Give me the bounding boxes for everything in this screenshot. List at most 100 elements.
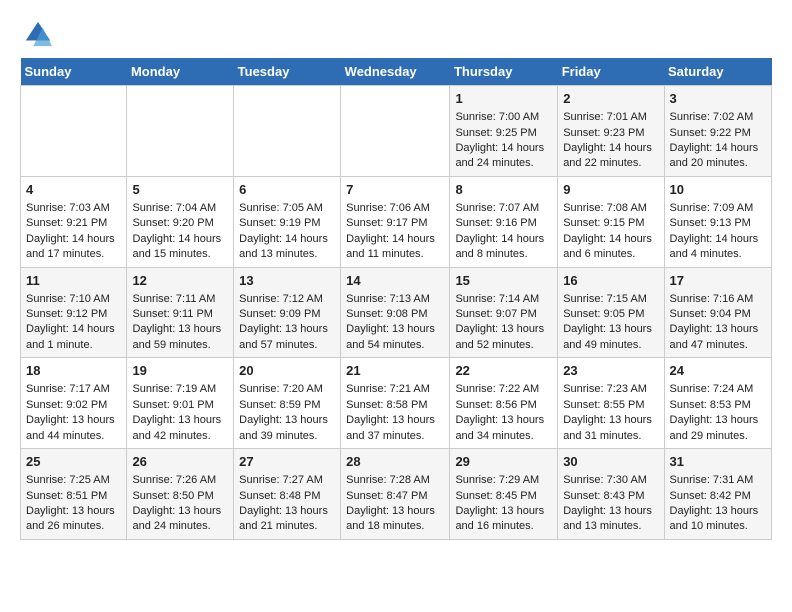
day-number: 20	[239, 362, 335, 380]
day-number: 29	[455, 453, 552, 471]
calendar-cell: 9 Sunrise: 7:08 AM Sunset: 9:15 PM Daylig…	[558, 176, 664, 267]
day-content: Sunrise: 7:30 AM Sunset: 8:43 PM Dayligh…	[563, 473, 658, 535]
weekday-header-row: SundayMondayTuesdayWednesdayThursdayFrid…	[21, 58, 772, 86]
day-content: Sunrise: 7:03 AM Sunset: 9:21 PM Dayligh…	[26, 201, 121, 263]
day-content: Sunrise: 7:08 AM Sunset: 9:15 PM Dayligh…	[563, 201, 658, 263]
calendar-cell	[127, 86, 234, 177]
calendar-cell: 27 Sunrise: 7:27 AM Sunset: 8:48 PM Dayli…	[234, 449, 341, 540]
day-content: Sunrise: 7:01 AM Sunset: 9:23 PM Dayligh…	[563, 110, 658, 172]
calendar-cell: 7 Sunrise: 7:06 AM Sunset: 9:17 PM Daylig…	[341, 176, 450, 267]
day-content: Sunrise: 7:04 AM Sunset: 9:20 PM Dayligh…	[132, 201, 228, 263]
calendar-cell	[234, 86, 341, 177]
day-number: 27	[239, 453, 335, 471]
day-content: Sunrise: 7:23 AM Sunset: 8:55 PM Dayligh…	[563, 382, 658, 444]
day-content: Sunrise: 7:25 AM Sunset: 8:51 PM Dayligh…	[26, 473, 121, 535]
calendar-cell: 18 Sunrise: 7:17 AM Sunset: 9:02 PM Dayli…	[21, 358, 127, 449]
day-number: 22	[455, 362, 552, 380]
weekday-header: Saturday	[664, 58, 771, 86]
page-header	[20, 20, 772, 48]
day-content: Sunrise: 7:21 AM Sunset: 8:58 PM Dayligh…	[346, 382, 444, 444]
day-content: Sunrise: 7:19 AM Sunset: 9:01 PM Dayligh…	[132, 382, 228, 444]
calendar-cell: 4 Sunrise: 7:03 AM Sunset: 9:21 PM Daylig…	[21, 176, 127, 267]
day-number: 19	[132, 362, 228, 380]
day-number: 24	[670, 362, 766, 380]
calendar-cell: 25 Sunrise: 7:25 AM Sunset: 8:51 PM Dayli…	[21, 449, 127, 540]
day-number: 17	[670, 272, 766, 290]
day-content: Sunrise: 7:20 AM Sunset: 8:59 PM Dayligh…	[239, 382, 335, 444]
day-number: 28	[346, 453, 444, 471]
calendar-cell: 19 Sunrise: 7:19 AM Sunset: 9:01 PM Dayli…	[127, 358, 234, 449]
calendar-cell: 24 Sunrise: 7:24 AM Sunset: 8:53 PM Dayli…	[664, 358, 771, 449]
day-content: Sunrise: 7:22 AM Sunset: 8:56 PM Dayligh…	[455, 382, 552, 444]
calendar-cell: 10Sunrise: 7:09 AM Sunset: 9:13 PM Dayli…	[664, 176, 771, 267]
day-number: 13	[239, 272, 335, 290]
day-number: 4	[26, 181, 121, 199]
day-content: Sunrise: 7:29 AM Sunset: 8:45 PM Dayligh…	[455, 473, 552, 535]
day-number: 6	[239, 181, 335, 199]
calendar-cell: 20 Sunrise: 7:20 AM Sunset: 8:59 PM Dayli…	[234, 358, 341, 449]
day-number: 9	[563, 181, 658, 199]
day-number: 8	[455, 181, 552, 199]
day-number: 5	[132, 181, 228, 199]
calendar-cell	[341, 86, 450, 177]
day-number: 12	[132, 272, 228, 290]
day-content: Sunrise: 7:27 AM Sunset: 8:48 PM Dayligh…	[239, 473, 335, 535]
day-content: Sunrise: 7:11 AM Sunset: 9:11 PM Dayligh…	[132, 292, 228, 354]
day-content: Sunrise: 7:28 AM Sunset: 8:47 PM Dayligh…	[346, 473, 444, 535]
calendar-cell: 15 Sunrise: 7:14 AM Sunset: 9:07 PM Dayli…	[450, 267, 558, 358]
calendar-cell: 29 Sunrise: 7:29 AM Sunset: 8:45 PM Dayli…	[450, 449, 558, 540]
calendar-cell	[21, 86, 127, 177]
calendar-cell: 8Sunrise: 7:07 AM Sunset: 9:16 PM Daylig…	[450, 176, 558, 267]
calendar-cell: 30 Sunrise: 7:30 AM Sunset: 8:43 PM Dayli…	[558, 449, 664, 540]
day-content: Sunrise: 7:12 AM Sunset: 9:09 PM Dayligh…	[239, 292, 335, 354]
day-content: Sunrise: 7:26 AM Sunset: 8:50 PM Dayligh…	[132, 473, 228, 535]
calendar-week-row: 11 Sunrise: 7:10 AM Sunset: 9:12 PM Dayli…	[21, 267, 772, 358]
calendar-cell: 26 Sunrise: 7:26 AM Sunset: 8:50 PM Dayli…	[127, 449, 234, 540]
day-content: Sunrise: 7:06 AM Sunset: 9:17 PM Dayligh…	[346, 201, 444, 263]
day-number: 2	[563, 90, 658, 108]
day-content: Sunrise: 7:24 AM Sunset: 8:53 PM Dayligh…	[670, 382, 766, 444]
day-number: 21	[346, 362, 444, 380]
day-content: Sunrise: 7:17 AM Sunset: 9:02 PM Dayligh…	[26, 382, 121, 444]
day-content: Sunrise: 7:13 AM Sunset: 9:08 PM Dayligh…	[346, 292, 444, 354]
calendar-table: SundayMondayTuesdayWednesdayThursdayFrid…	[20, 58, 772, 540]
day-number: 15	[455, 272, 552, 290]
calendar-cell: 14 Sunrise: 7:13 AM Sunset: 9:08 PM Dayli…	[341, 267, 450, 358]
day-content: Sunrise: 7:05 AM Sunset: 9:19 PM Dayligh…	[239, 201, 335, 263]
day-content: Sunrise: 7:16 AM Sunset: 9:04 PM Dayligh…	[670, 292, 766, 354]
weekday-header: Sunday	[21, 58, 127, 86]
calendar-week-row: 4 Sunrise: 7:03 AM Sunset: 9:21 PM Daylig…	[21, 176, 772, 267]
day-content: Sunrise: 7:02 AM Sunset: 9:22 PM Dayligh…	[670, 110, 766, 172]
weekday-header: Friday	[558, 58, 664, 86]
day-content: Sunrise: 7:10 AM Sunset: 9:12 PM Dayligh…	[26, 292, 121, 354]
calendar-cell: 23 Sunrise: 7:23 AM Sunset: 8:55 PM Dayli…	[558, 358, 664, 449]
day-number: 14	[346, 272, 444, 290]
calendar-cell: 11 Sunrise: 7:10 AM Sunset: 9:12 PM Dayli…	[21, 267, 127, 358]
calendar-week-row: 1Sunrise: 7:00 AM Sunset: 9:25 PM Daylig…	[21, 86, 772, 177]
day-number: 7	[346, 181, 444, 199]
weekday-header: Tuesday	[234, 58, 341, 86]
calendar-cell: 28 Sunrise: 7:28 AM Sunset: 8:47 PM Dayli…	[341, 449, 450, 540]
calendar-cell: 13 Sunrise: 7:12 AM Sunset: 9:09 PM Dayli…	[234, 267, 341, 358]
weekday-header: Wednesday	[341, 58, 450, 86]
day-content: Sunrise: 7:14 AM Sunset: 9:07 PM Dayligh…	[455, 292, 552, 354]
day-number: 30	[563, 453, 658, 471]
day-number: 23	[563, 362, 658, 380]
calendar-cell: 17 Sunrise: 7:16 AM Sunset: 9:04 PM Dayli…	[664, 267, 771, 358]
day-number: 18	[26, 362, 121, 380]
calendar-cell: 6 Sunrise: 7:05 AM Sunset: 9:19 PM Daylig…	[234, 176, 341, 267]
day-content: Sunrise: 7:31 AM Sunset: 8:42 PM Dayligh…	[670, 473, 766, 535]
day-content: Sunrise: 7:15 AM Sunset: 9:05 PM Dayligh…	[563, 292, 658, 354]
day-number: 25	[26, 453, 121, 471]
calendar-cell: 3Sunrise: 7:02 AM Sunset: 9:22 PM Daylig…	[664, 86, 771, 177]
day-number: 1	[455, 90, 552, 108]
day-number: 31	[670, 453, 766, 471]
calendar-cell: 16Sunrise: 7:15 AM Sunset: 9:05 PM Dayli…	[558, 267, 664, 358]
calendar-week-row: 25 Sunrise: 7:25 AM Sunset: 8:51 PM Dayli…	[21, 449, 772, 540]
day-number: 11	[26, 272, 121, 290]
calendar-cell: 22 Sunrise: 7:22 AM Sunset: 8:56 PM Dayli…	[450, 358, 558, 449]
calendar-cell: 31 Sunrise: 7:31 AM Sunset: 8:42 PM Dayli…	[664, 449, 771, 540]
day-number: 26	[132, 453, 228, 471]
logo	[20, 20, 52, 48]
calendar-cell: 5 Sunrise: 7:04 AM Sunset: 9:20 PM Daylig…	[127, 176, 234, 267]
